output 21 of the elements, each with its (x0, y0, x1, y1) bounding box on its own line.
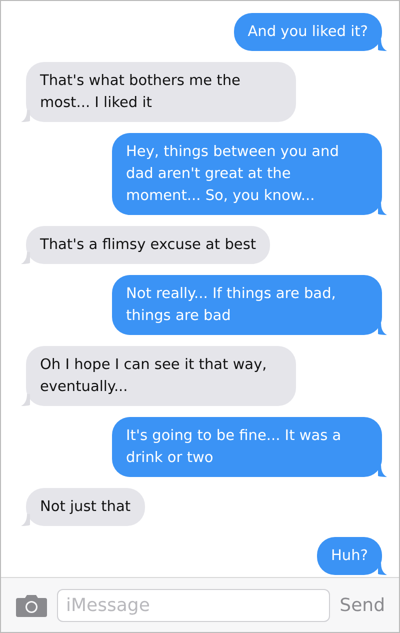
bubble-tail-icon (378, 203, 387, 215)
message-bubble: And you liked it? (234, 13, 382, 51)
bubble-tail-icon (378, 563, 387, 575)
message-input[interactable]: iMessage (57, 588, 330, 622)
message-bubble: Not really... If things are bad, things are bad (112, 275, 382, 335)
message-bubble: Hey, things between you and dad aren't great at the moment... So, you know... (112, 133, 382, 215)
bubble-tail-icon (21, 394, 30, 406)
bubble-tail-icon (378, 323, 387, 335)
message-bubble: Huh? (317, 537, 382, 575)
send-button[interactable]: Send (340, 592, 385, 618)
bubble-tail-icon (21, 514, 30, 526)
message-bubble: That's what bothers me the most... I liked it (26, 62, 296, 122)
bubble-tail-icon (21, 110, 30, 122)
message-bubble: Oh I hope I can see it that way, eventually... (26, 346, 296, 406)
message-bubble: It's going to be fine... It was a drink or two (112, 417, 382, 477)
message-bubble: Not just that (26, 488, 145, 526)
message-bubble: That's a flimsy excuse at best (26, 226, 270, 264)
bubble-tail-icon (21, 252, 30, 264)
bubble-tail-icon (378, 39, 387, 51)
camera-icon[interactable] (16, 593, 47, 617)
bubble-tail-icon (378, 465, 387, 477)
